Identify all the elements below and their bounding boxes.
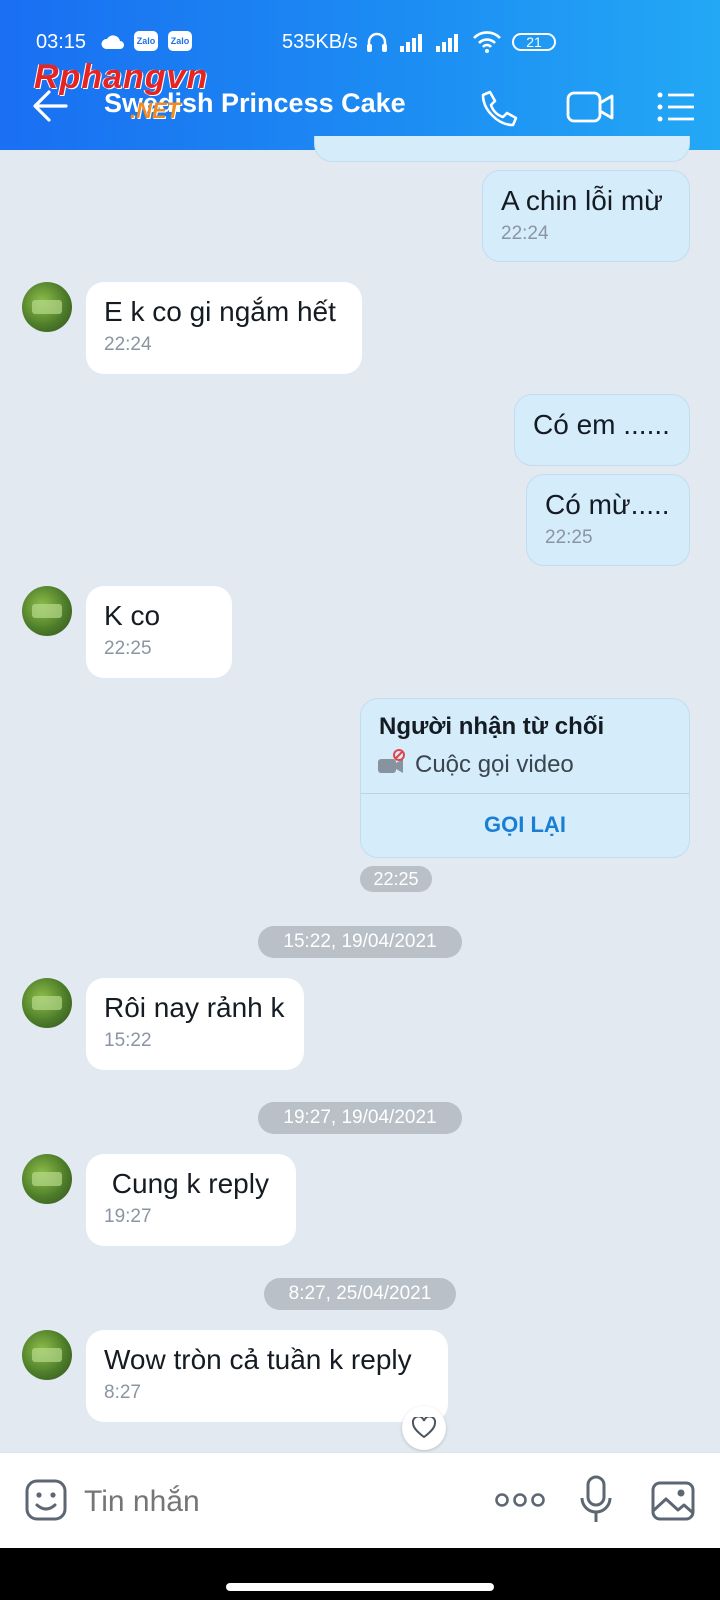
message-time: 22:25: [545, 527, 593, 548]
message-text: Có mừ.....: [545, 489, 670, 520]
avatar[interactable]: [22, 1330, 72, 1380]
message-time: 22:25: [104, 638, 152, 659]
message-text: Wow tròn cả tuần k reply: [104, 1344, 412, 1375]
message-time: 22:24: [104, 334, 152, 355]
message-text: Cung k reply: [104, 1168, 269, 1199]
message-time: 8:27: [104, 1382, 141, 1403]
date-divider: 19:27, 19/04/2021: [258, 1102, 462, 1134]
home-indicator[interactable]: [226, 1583, 494, 1591]
outgoing-message[interactable]: Có mừ..... 22:25: [526, 474, 690, 566]
incoming-message[interactable]: K co 22:25: [86, 586, 232, 678]
more-dots-icon[interactable]: [494, 1488, 546, 1512]
message-text: E k co gi ngắm hết: [104, 296, 336, 327]
heart-icon: [412, 1417, 436, 1439]
message-text: K co: [104, 600, 161, 631]
message-time: 19:27: [104, 1206, 152, 1227]
incoming-message[interactable]: Cung k reply 19:27: [86, 1154, 296, 1246]
date-divider: 15:22, 19/04/2021: [258, 926, 462, 958]
avatar[interactable]: [22, 978, 72, 1028]
sticker-icon[interactable]: [24, 1478, 68, 1522]
avatar[interactable]: [22, 586, 72, 636]
react-button[interactable]: [402, 1406, 446, 1450]
incoming-message[interactable]: Wow tròn cả tuần k reply 8:27: [86, 1330, 448, 1422]
call-card: Người nhận từ chối Cuộc gọi video GỌI LẠ…: [360, 698, 690, 858]
message-text: A chin lỗi mừ: [501, 185, 663, 216]
avatar[interactable]: [22, 1154, 72, 1204]
message-time: 22:24: [501, 223, 549, 244]
message-time: 15:22: [104, 1030, 152, 1051]
microphone-icon[interactable]: [578, 1474, 614, 1526]
incoming-message[interactable]: Rôi nay rảnh k 15:22: [86, 978, 304, 1070]
system-nav-bar: [0, 1548, 720, 1600]
call-back-button[interactable]: GỌI LẠI: [361, 794, 689, 856]
call-type: Cuộc gọi video: [415, 751, 574, 778]
incoming-message[interactable]: E k co gi ngắm hết 22:24: [86, 282, 362, 374]
message-time-pill: 22:25: [360, 866, 432, 892]
message-text: Có em ......: [533, 409, 670, 440]
outgoing-message[interactable]: A chin lỗi mừ 22:24: [482, 170, 690, 262]
missed-video-icon: [378, 749, 405, 773]
message-input[interactable]: [84, 1480, 464, 1524]
date-divider: 8:27, 25/04/2021: [264, 1278, 456, 1310]
avatar[interactable]: [22, 282, 72, 332]
call-status-title: Người nhận từ chối: [379, 713, 605, 740]
gallery-icon[interactable]: [650, 1480, 696, 1522]
outgoing-message[interactable]: Có em ......: [514, 394, 690, 466]
message-text: Rôi nay rảnh k: [104, 992, 285, 1023]
